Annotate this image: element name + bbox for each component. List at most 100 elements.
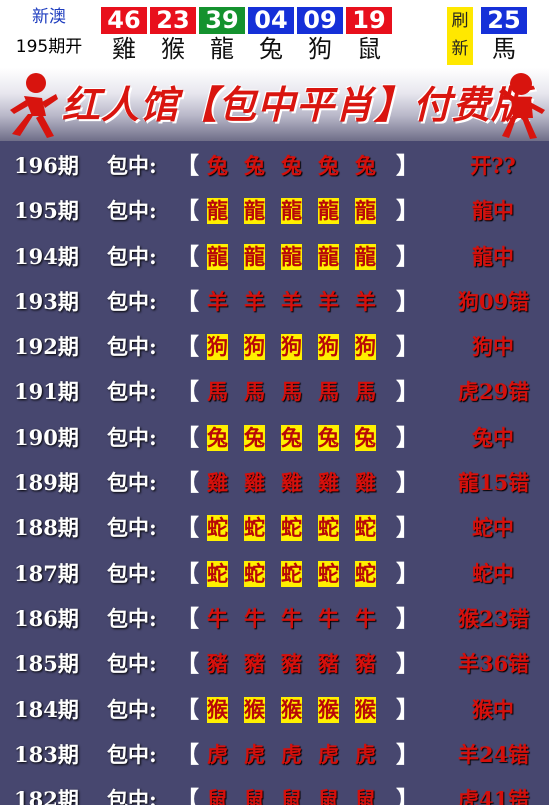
zodiac-pick: 馬	[244, 379, 265, 405]
period-label: 190期	[14, 424, 79, 450]
zodiac-pick: 兔	[207, 153, 228, 178]
pick-label: 包中:	[107, 605, 157, 631]
period-label: 187期	[14, 560, 79, 586]
ball-number: 09	[297, 7, 343, 34]
zodiac-pick: 兔	[207, 424, 228, 451]
table-row: 188期 包中: 【蛇蛇蛇蛇蛇】蛇中	[0, 508, 549, 553]
period-label: 183期	[14, 741, 79, 767]
zodiac-pick: 狗	[207, 334, 228, 361]
zodiac-pick: 羊	[281, 288, 302, 314]
pick-label: 包中:	[107, 243, 157, 269]
zodiac-pick: 狗	[318, 334, 339, 361]
zodiac-pick: 鼠	[355, 787, 376, 805]
ball-zodiac: 馬	[492, 35, 516, 63]
bracket-right: 】	[396, 650, 419, 678]
zodiac-pick: 猴	[244, 696, 265, 723]
zodiac-pick: 豬	[281, 651, 302, 677]
zodiac-pick: 鼠	[207, 787, 228, 805]
bracket-right: 】	[396, 604, 419, 632]
ball-zodiac: 狗	[308, 35, 332, 63]
bracket-right: 】	[396, 559, 419, 587]
zodiac-pick: 蛇	[318, 515, 339, 542]
bracket-left: 【	[176, 740, 199, 768]
ball-number: 19	[346, 7, 392, 34]
bracket-left: 【	[176, 378, 199, 406]
result-label: 龍中	[472, 198, 514, 224]
zodiac-pick: 雞	[355, 470, 376, 496]
zodiac-pick: 豬	[355, 651, 376, 677]
result-label: 虎29错	[458, 379, 530, 405]
bracket-right: 】	[396, 287, 419, 315]
zodiac-pick: 馬	[281, 379, 302, 405]
period-label: 192期	[14, 334, 79, 360]
zodiac-pick: 虎	[244, 741, 265, 767]
ball-number: 39	[199, 7, 245, 34]
refresh-button[interactable]: 刷 新	[447, 7, 473, 65]
bracket-left: 【	[176, 650, 199, 678]
bracket-left: 【	[176, 333, 199, 361]
zodiac-pick: 羊	[355, 288, 376, 314]
zodiac-pick: 兔	[244, 153, 265, 178]
zodiac-pick: 馬	[355, 379, 376, 405]
bracket-right: 】	[396, 242, 419, 270]
result-label: 狗09错	[458, 288, 530, 314]
zodiac-pick: 鼠	[318, 787, 339, 805]
pick-label: 包中:	[107, 696, 157, 722]
zodiac-pick: 蛇	[244, 560, 265, 587]
table-row: 183期 包中: 【虎虎虎虎虎】羊24错	[0, 735, 549, 780]
pick-label: 包中:	[107, 787, 157, 805]
table-row: 194期 包中: 【龍龍龍龍龍】龍中	[0, 237, 549, 282]
bracket-right: 】	[396, 695, 419, 723]
zodiac-pick: 蛇	[318, 560, 339, 587]
pick-label: 包中:	[107, 470, 157, 496]
zodiac-pick: 兔	[281, 424, 302, 451]
zodiac-pick: 虎	[355, 741, 376, 767]
bracket-right: 】	[396, 423, 419, 451]
ball-number: 46	[101, 7, 147, 34]
zodiac-pick: 豬	[207, 651, 228, 677]
prediction-list: 196期 包中: 【兔兔兔兔兔】开?? 195期 包中: 【龍龍龍龍龍】龍中 194期 包中:…	[0, 141, 549, 805]
zodiac-pick: 牛	[244, 605, 265, 631]
pick-label: 包中:	[107, 424, 157, 450]
result-ball-2: 23 猴	[150, 7, 196, 64]
zodiac-pick: 龍	[355, 243, 376, 270]
bracket-right: 】	[396, 197, 419, 225]
result-ball-5: 09 狗	[297, 7, 343, 64]
period-label: 186期	[14, 605, 79, 631]
result-label: 龍15错	[458, 470, 530, 496]
zodiac-pick: 雞	[207, 470, 228, 496]
ball-number: 04	[248, 7, 294, 34]
period-label: 189期	[14, 470, 79, 496]
zodiac-pick: 蛇	[281, 560, 302, 587]
zodiac-pick: 蛇	[244, 515, 265, 542]
period-label: 194期	[14, 243, 79, 269]
zodiac-pick: 兔	[318, 153, 339, 178]
bracket-right: 】	[396, 786, 419, 805]
red-figure-left-icon	[10, 73, 58, 138]
table-row: 196期 包中: 【兔兔兔兔兔】开??	[0, 146, 549, 191]
zodiac-pick: 羊	[244, 288, 265, 314]
result-label: 狗中	[472, 334, 514, 360]
pick-label: 包中:	[107, 741, 157, 767]
draw-period: 195期开	[15, 37, 83, 57]
zodiac-pick: 龍	[281, 243, 302, 270]
zodiac-pick: 猴	[207, 696, 228, 723]
table-row: 191期 包中: 【馬馬馬馬馬】虎29错	[0, 372, 549, 417]
pick-label: 包中:	[107, 651, 157, 677]
zodiac-pick: 龍	[318, 243, 339, 270]
draw-info: 新澳 195期开	[0, 4, 98, 60]
zodiac-pick: 雞	[318, 470, 339, 496]
table-row: 187期 包中: 【蛇蛇蛇蛇蛇】蛇中	[0, 554, 549, 599]
brand-name: 新澳	[32, 7, 66, 27]
zodiac-pick: 蛇	[207, 560, 228, 587]
banner-title: 红人馆【包中平肖】付费版	[62, 82, 531, 127]
zodiac-pick: 兔	[244, 424, 265, 451]
zodiac-pick: 雞	[281, 470, 302, 496]
result-ball-6: 19 鼠	[346, 7, 392, 64]
ball-zodiac: 龍	[210, 35, 234, 63]
result-label: 蛇中	[472, 560, 514, 586]
zodiac-pick: 虎	[207, 741, 228, 767]
zodiac-pick: 豬	[244, 651, 265, 677]
zodiac-pick: 龍	[207, 198, 228, 225]
zodiac-pick: 牛	[318, 605, 339, 631]
